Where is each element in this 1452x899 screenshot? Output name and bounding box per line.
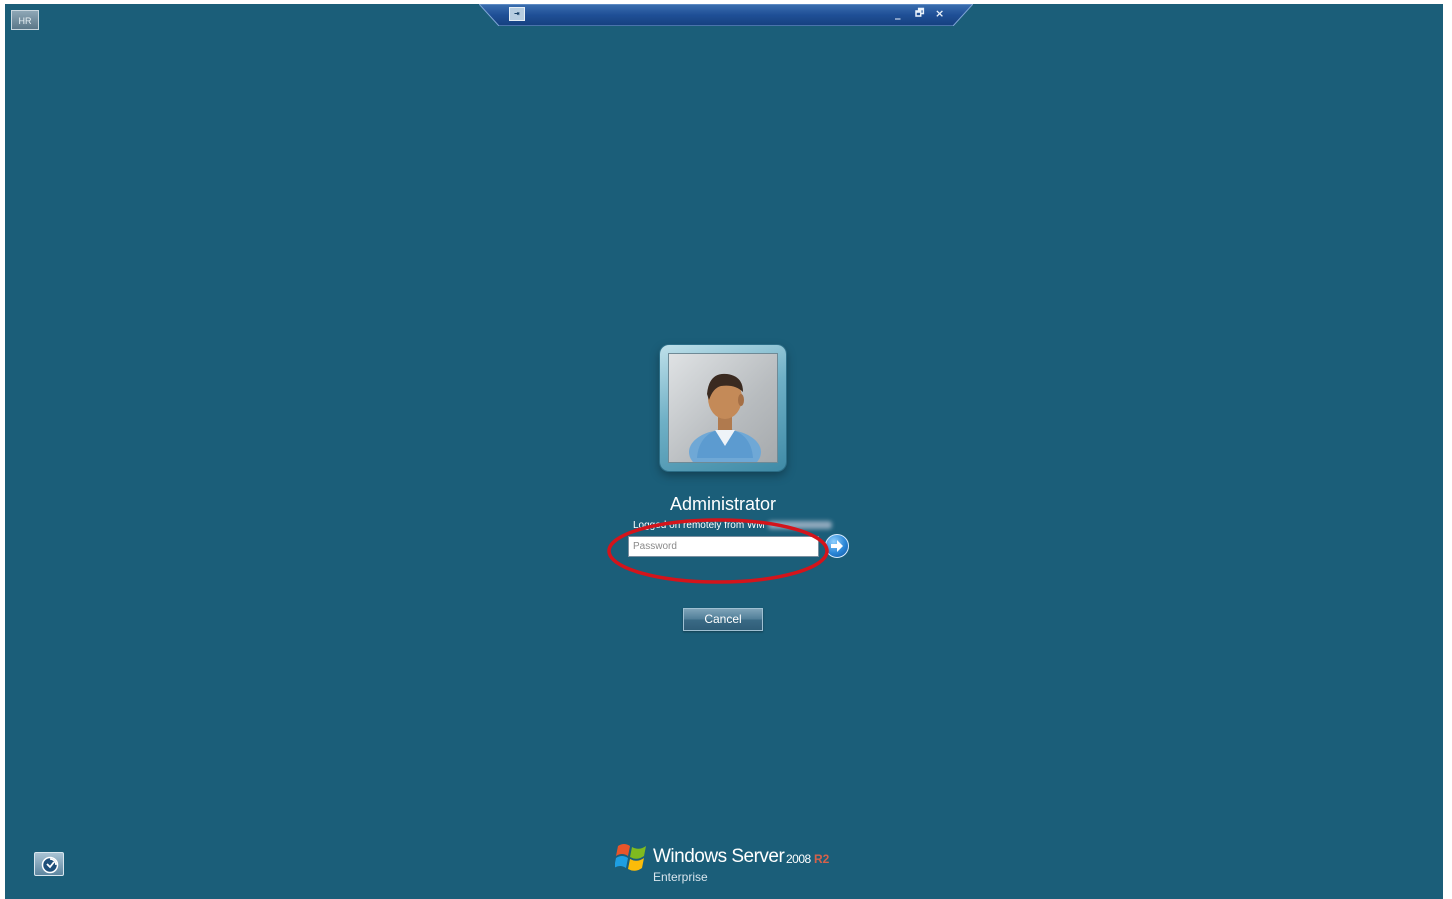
ease-of-access-button[interactable] [34,852,64,876]
user-silhouette-icon [689,373,761,462]
logon-status-label: Logged on remotely from WM [633,520,765,531]
logon-status-text: Logged on remotely from WM [633,520,833,531]
windows-branding: Windows Server 2008 R2 Enterprise [615,838,845,890]
user-avatar [668,353,778,463]
product-year: 2008 [786,852,811,866]
connection-title [691,8,763,18]
product-name: Windows Server [653,846,785,867]
ease-of-access-icon [41,856,59,874]
user-tile [660,345,786,471]
close-button[interactable]: × [935,6,944,22]
windows-logo-icon [615,844,646,871]
cancel-button[interactable]: Cancel [683,608,763,631]
password-field[interactable] [628,536,819,557]
arrow-right-icon [831,540,843,552]
minimize-button[interactable]: _ [895,6,901,22]
language-indicator[interactable]: HR [11,10,39,30]
pin-connection-bar-button[interactable]: ⇥ [509,7,525,21]
restore-button[interactable]: 🗗 [915,6,924,22]
product-release: R2 [814,852,830,866]
remote-connection-bar: ⇥ _ 🗗 × [479,4,973,26]
product-edition: Enterprise [653,870,708,884]
submit-button[interactable] [825,534,849,558]
logon-screen: HR ⇥ _ 🗗 × Administrator Logged on remot… [5,4,1443,899]
user-name: Administrator [669,494,777,514]
blurred-hostname [767,521,832,530]
